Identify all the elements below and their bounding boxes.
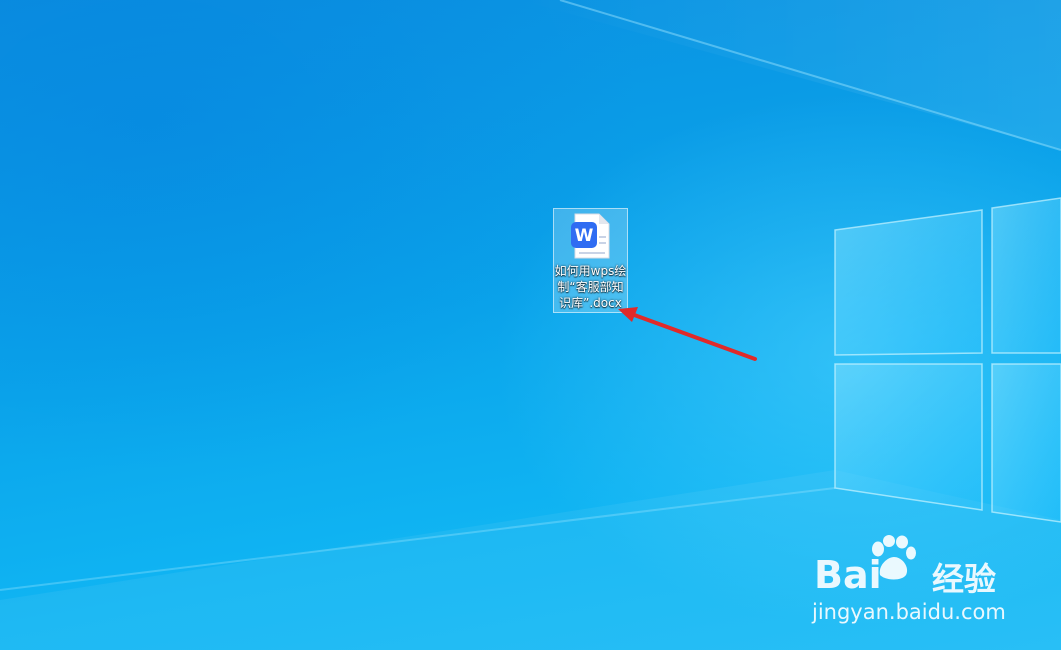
desktop-file-docx[interactable]: W 如何用wps绘制“客服部知识库”.docx [553, 208, 628, 313]
watermark-brand-right: 经验 [932, 560, 997, 598]
red-arrow-annotation [618, 307, 757, 361]
baidu-jingyan-watermark: Bai 经验 jingyan.baidu.com [812, 533, 1032, 633]
svg-text:W: W [575, 226, 594, 246]
desktop-background[interactable]: W 如何用wps绘制“客服部知识库”.docx Bai 经验 jingyan.b… [0, 0, 1061, 650]
wps-writer-document-icon: W [571, 213, 610, 259]
watermark-url: jingyan.baidu.com [812, 600, 1006, 624]
watermark-brand-left: Bai [814, 553, 882, 597]
